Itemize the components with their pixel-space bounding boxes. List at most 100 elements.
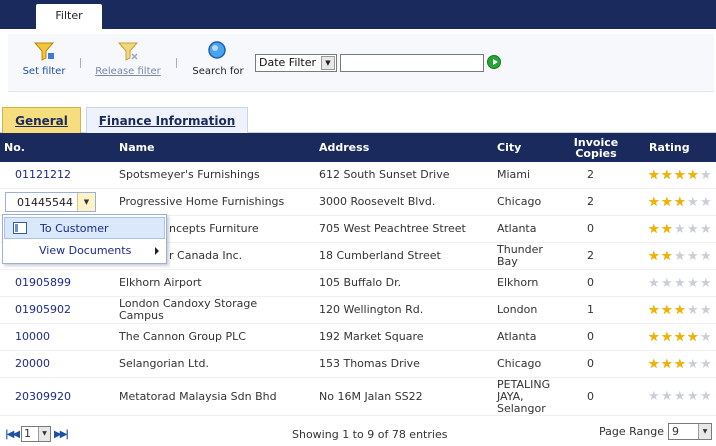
cell-name: ncepts Furniture: [169, 222, 259, 235]
cell-address: 120 Wellington Rd.: [319, 303, 424, 316]
column-header-address[interactable]: Address: [319, 133, 369, 162]
star-icon[interactable]: ★: [674, 358, 687, 371]
star-icon[interactable]: ★: [648, 331, 661, 344]
column-header-invoice-copies[interactable]: Invoice Copies: [568, 133, 624, 162]
column-header-city[interactable]: City: [497, 133, 521, 162]
star-icon[interactable]: ★: [700, 196, 713, 209]
star-icon[interactable]: ★: [700, 358, 713, 371]
table-row[interactable]: 20309920 Metatorad Malaysia Sdn Bhd No 1…: [0, 378, 716, 416]
date-filter-select[interactable]: Date Filter ▼: [255, 54, 337, 72]
cell-address: 153 Thomas Drive: [319, 357, 420, 370]
tab-general[interactable]: General: [2, 107, 81, 133]
column-header-name[interactable]: Name: [119, 133, 155, 162]
star-icon[interactable]: ★: [700, 250, 713, 263]
star-icon[interactable]: ★: [648, 250, 661, 263]
star-icon[interactable]: ★: [687, 277, 700, 290]
star-icon[interactable]: ★: [674, 304, 687, 317]
column-header-no[interactable]: No.: [4, 133, 25, 162]
star-icon[interactable]: ★: [648, 277, 661, 290]
column-header-rating[interactable]: Rating: [649, 133, 690, 162]
cell-no[interactable]: 20000: [15, 351, 50, 377]
star-icon[interactable]: ★: [661, 304, 674, 317]
star-icon[interactable]: ★: [674, 277, 687, 290]
detail-tabs: General Finance Information: [0, 106, 716, 133]
tab-finance-information[interactable]: Finance Information: [86, 107, 248, 133]
star-icon[interactable]: ★: [674, 223, 687, 236]
release-filter-button[interactable]: Release filter: [92, 40, 164, 77]
cell-no[interactable]: 10000: [15, 324, 50, 350]
cell-city: Miami: [497, 168, 531, 181]
star-icon[interactable]: ★: [700, 169, 713, 182]
menu-item-view-documents[interactable]: View Documents: [4, 240, 165, 262]
star-icon[interactable]: ★: [648, 390, 661, 403]
star-icon[interactable]: ★: [674, 390, 687, 403]
go-arrow-icon[interactable]: [487, 55, 501, 69]
chevron-down-icon[interactable]: ▼: [698, 424, 711, 439]
star-icon[interactable]: ★: [674, 250, 687, 263]
cell-no[interactable]: 01905902: [15, 297, 71, 323]
star-icon[interactable]: ★: [674, 196, 687, 209]
star-icon[interactable]: ★: [648, 223, 661, 236]
star-icon[interactable]: ★: [687, 390, 700, 403]
customer-card-icon: [13, 222, 27, 234]
set-filter-button[interactable]: Set filter: [18, 40, 70, 77]
release-filter-label: Release filter: [95, 66, 161, 77]
search-for-button[interactable]: Search for: [188, 40, 248, 77]
chevron-down-icon[interactable]: ▼: [38, 427, 51, 441]
page-range-select[interactable]: 9 ▼: [668, 423, 712, 440]
table-row[interactable]: 20000 Selangorian Ltd. 153 Thomas Drive …: [0, 351, 716, 378]
star-icon[interactable]: ★: [687, 169, 700, 182]
star-icon[interactable]: ★: [648, 196, 661, 209]
menu-item-to-customer[interactable]: To Customer: [4, 217, 165, 239]
star-icon[interactable]: ★: [687, 304, 700, 317]
star-icon[interactable]: ★: [661, 358, 674, 371]
star-icon[interactable]: ★: [700, 223, 713, 236]
star-icon[interactable]: ★: [648, 304, 661, 317]
table-row[interactable]: 01121212 Spotsmeyer's Furnishings 612 So…: [0, 162, 716, 189]
star-icon[interactable]: ★: [687, 250, 700, 263]
grid-header: No. Name Address City Invoice Copies Rat…: [0, 133, 716, 162]
star-icon[interactable]: ★: [687, 196, 700, 209]
star-icon[interactable]: ★: [661, 390, 674, 403]
star-icon[interactable]: ★: [648, 358, 661, 371]
star-icon[interactable]: ★: [700, 331, 713, 344]
table-row[interactable]: 01905899 Elkhorn Airport 105 Buffalo Dr.…: [0, 270, 716, 297]
cell-rating: ★ ★ ★ ★ ★: [648, 324, 713, 350]
next-page-icon[interactable]: ▶▶|: [54, 429, 69, 440]
table-row[interactable]: 10000 The Cannon Group PLC 192 Market Sq…: [0, 324, 716, 351]
first-page-icon[interactable]: |◀◀: [5, 429, 20, 440]
star-icon[interactable]: ★: [661, 223, 674, 236]
star-icon[interactable]: ★: [687, 331, 700, 344]
cell-address: 3000 Roosevelt Blvd.: [319, 195, 436, 208]
star-icon[interactable]: ★: [648, 169, 661, 182]
cell-address: 18 Cumberland Street: [319, 249, 441, 262]
star-icon[interactable]: ★: [661, 169, 674, 182]
chevron-down-icon[interactable]: ▼: [321, 56, 335, 70]
filter-value-input[interactable]: [340, 54, 484, 72]
star-icon[interactable]: ★: [661, 196, 674, 209]
star-icon[interactable]: ★: [700, 304, 713, 317]
star-icon[interactable]: ★: [700, 390, 713, 403]
entries-count: Showing 1 to 9 of 78 entries: [292, 428, 448, 441]
star-icon[interactable]: ★: [687, 223, 700, 236]
star-icon[interactable]: ★: [687, 358, 700, 371]
cell-no[interactable]: 01905899: [15, 270, 71, 296]
table-row[interactable]: 01445544 ▼ Progressive Home Furnishings …: [0, 189, 716, 216]
cell-no[interactable]: 20309920: [15, 378, 71, 415]
tab-filter[interactable]: Filter: [36, 4, 102, 29]
star-icon[interactable]: ★: [674, 331, 687, 344]
star-icon[interactable]: ★: [674, 169, 687, 182]
star-icon[interactable]: ★: [661, 277, 674, 290]
chevron-down-icon[interactable]: ▼: [77, 193, 95, 211]
funnel-icon: [33, 42, 55, 61]
star-icon[interactable]: ★: [661, 331, 674, 344]
no-field-editor[interactable]: 01445544 ▼: [5, 192, 96, 212]
cell-no[interactable]: 01121212: [15, 162, 71, 188]
table-row[interactable]: 01905902 London Candoxy Storage Campus 1…: [0, 297, 716, 324]
star-icon[interactable]: ★: [661, 250, 674, 263]
page-select[interactable]: 1 ▼: [21, 426, 52, 442]
cell-name: r Canada Inc.: [169, 249, 243, 262]
cell-no: 01445544: [17, 196, 73, 209]
star-icon[interactable]: ★: [700, 277, 713, 290]
cell-city: Atlanta: [497, 330, 537, 343]
